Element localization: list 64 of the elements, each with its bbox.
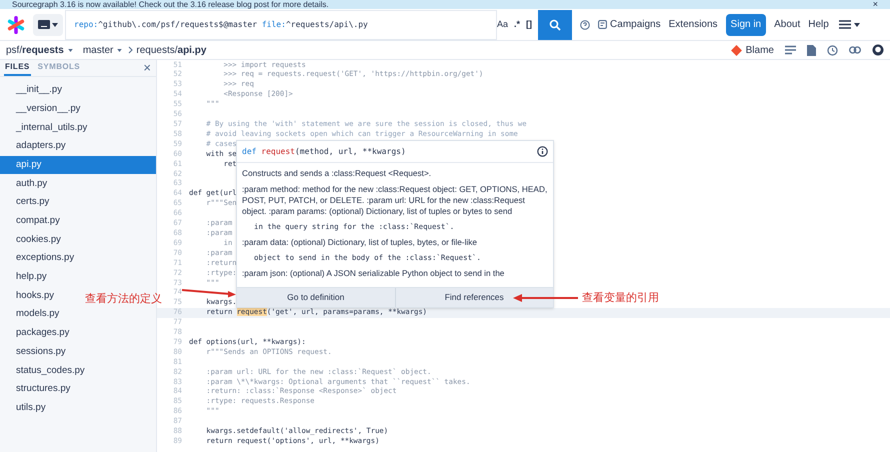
file-item[interactable]: hooks.py [0, 286, 56, 306]
annotation-arrow [512, 293, 578, 303]
regex-toggle[interactable]: .* [514, 18, 520, 32]
close-button[interactable]: × [872, 0, 878, 9]
file-item[interactable]: adapters.py [0, 137, 68, 156]
lines-icon[interactable] [785, 45, 796, 55]
file-item[interactable]: compat.py [0, 212, 62, 230]
keyboard-icon [38, 20, 50, 29]
doc-paragraph: :param method: method for the new :class:Request object: GET, OPTIONS, HEAD, POST, PUT, PATCH, or DELETE. :param url: URL for the new :class:Request object. :param params: (optional) Dictionary, list of tuples or bytes to send [242, 184, 548, 217]
caret-icon [68, 48, 73, 52]
doc-paragraph: :param data: (optional) Dictionary, list of tuples, bytes, or file-like [242, 237, 478, 248]
caret-icon [52, 22, 58, 26]
file-item[interactable]: certs.py [0, 193, 52, 212]
diamond-icon [730, 44, 742, 56]
sidebar-tab[interactable]: FILES [4, 60, 31, 76]
logo-icon[interactable] [7, 16, 25, 34]
annotation-arrow [181, 288, 236, 298]
caret-icon [117, 48, 122, 52]
file-item[interactable]: status_codes.py [0, 361, 87, 380]
file-item[interactable]: __version__.py [0, 100, 82, 118]
chevron-icon [128, 46, 134, 54]
campaign-icon [598, 20, 608, 29]
search-button[interactable] [538, 10, 572, 40]
file-item[interactable]: packages.py [0, 324, 72, 343]
annotation-text: 查看变量的引用 [582, 291, 659, 305]
file-item[interactable]: sessions.py [0, 342, 68, 362]
file-item[interactable]: utils.py [0, 398, 48, 418]
menu-button[interactable] [838, 20, 860, 29]
revision-dropdown[interactable]: master [82, 42, 122, 58]
sign-in-button[interactable]: Sign in [726, 14, 766, 36]
file-item[interactable]: structures.py [0, 380, 72, 399]
notice-text: Sourcegraph 3.16 is now available! Check out the 3.16 release blog post for more details. [12, 0, 329, 9]
file-item[interactable]: __init__.py [0, 81, 64, 100]
repo-dropdown[interactable]: psf/requests [6, 42, 73, 58]
nav-link[interactable]: About [774, 17, 800, 32]
go-to-definition-button[interactable]: Go to definition [237, 288, 394, 307]
file-item[interactable]: exceptions.py [0, 249, 76, 268]
file-item[interactable]: help.py [0, 268, 49, 287]
file-item[interactable]: _internal_utils.py [0, 118, 90, 138]
doc-paragraph: :param json: (optional) A JSON serializable Python object to send in the [242, 268, 506, 279]
help-icon[interactable] [580, 20, 590, 30]
search-icon [549, 18, 562, 30]
info-icon[interactable] [537, 146, 548, 157]
nav-link[interactable]: Help [808, 17, 829, 32]
search-field[interactable]: repo:^github\.com/psf/requests$@master file:^requests/api\.py [65, 10, 497, 40]
caret-icon [854, 22, 860, 26]
nav-link[interactable]: Campaigns [598, 17, 661, 32]
file-item[interactable]: models.py [0, 305, 62, 324]
file-item[interactable]: auth.py [0, 174, 50, 194]
history-icon[interactable] [827, 44, 838, 56]
file-icon[interactable] [807, 44, 816, 56]
nav-link[interactable]: Extensions [668, 17, 718, 32]
file-path[interactable]: requests/api.py [136, 42, 206, 58]
link-icon[interactable] [849, 46, 861, 54]
annotation-text: 查看方法的定义 [85, 292, 162, 306]
file-item[interactable]: cookies.py [0, 230, 63, 250]
case-toggle[interactable]: Aa [497, 18, 508, 32]
blame-button[interactable]: Blame [730, 42, 774, 58]
file-item[interactable]: api.py [0, 156, 156, 174]
keyboard-dropdown[interactable] [33, 14, 63, 36]
structural-toggle[interactable]: [] [526, 18, 532, 32]
close-button[interactable]: × [143, 60, 152, 76]
doc-paragraph: Constructs and sends a :class:Request <Request>. [242, 168, 432, 179]
function-signature: def request(method, url, **kwargs) [242, 146, 406, 158]
